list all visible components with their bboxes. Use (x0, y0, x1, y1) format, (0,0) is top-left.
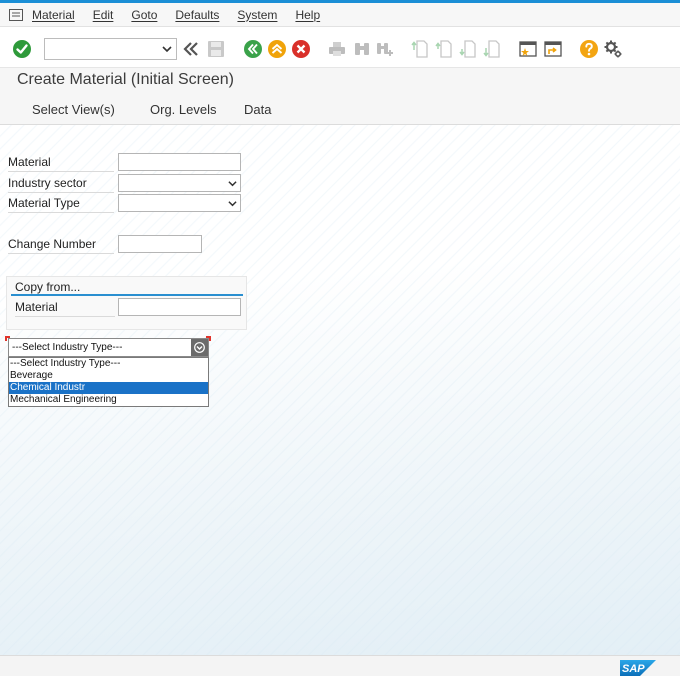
dropdown-toggle-button[interactable] (191, 339, 208, 356)
material-type-select[interactable] (118, 194, 241, 212)
menu-system[interactable]: System (237, 8, 277, 22)
select-views-button[interactable]: Select View(s) (32, 102, 115, 117)
industry-option-beverage[interactable]: Beverage (9, 370, 208, 382)
back-icon[interactable] (243, 39, 263, 59)
menu-goto[interactable]: Goto (131, 8, 157, 22)
material-type-label: Material Type (8, 195, 114, 213)
previous-page-icon[interactable] (435, 39, 455, 59)
application-toolbar: Select View(s) Org. Levels Data (0, 94, 680, 125)
status-bar: SAP (0, 655, 680, 676)
org-levels-button[interactable]: Org. Levels (150, 102, 216, 117)
shortcut-icon[interactable] (543, 39, 563, 59)
create-session-icon[interactable] (518, 39, 538, 59)
menu-defaults[interactable]: Defaults (175, 8, 219, 22)
industry-option-mechanical[interactable]: Mechanical Engineering (9, 394, 208, 406)
next-page-icon[interactable] (459, 39, 479, 59)
cancel-icon[interactable] (291, 39, 311, 59)
sap-logo: SAP (620, 660, 656, 676)
print-icon[interactable] (327, 39, 347, 59)
chevron-down-icon[interactable] (191, 339, 208, 356)
industry-type-select[interactable]: ---Select Industry Type--- (8, 338, 209, 357)
copy-from-title: Copy from... (15, 280, 81, 294)
change-number-label: Change Number (8, 236, 114, 254)
industry-type-options-list: ---Select Industry Type--- Beverage Chem… (8, 357, 209, 407)
menu-material[interactable]: Material (32, 8, 75, 22)
menu-help[interactable]: Help (295, 8, 320, 22)
chevron-down-icon[interactable] (162, 44, 172, 54)
page-title: Create Material (Initial Screen) (17, 71, 234, 88)
data-button[interactable]: Data (244, 102, 271, 117)
standard-toolbar (0, 28, 680, 68)
industry-option-chemical[interactable]: Chemical Industr (9, 382, 208, 394)
first-page-icon[interactable] (411, 39, 431, 59)
material-input[interactable] (118, 153, 241, 171)
copy-from-divider (11, 294, 243, 296)
save-icon[interactable] (206, 39, 226, 59)
svg-text:SAP: SAP (622, 663, 645, 675)
find-next-icon[interactable] (375, 39, 395, 59)
chevron-down-icon[interactable] (228, 179, 237, 188)
change-number-input[interactable] (118, 235, 202, 253)
industry-sector-select[interactable] (118, 174, 241, 192)
find-icon[interactable] (352, 39, 372, 59)
menu-edit[interactable]: Edit (93, 8, 114, 22)
chevron-down-icon[interactable] (228, 199, 237, 208)
industry-option-placeholder[interactable]: ---Select Industry Type--- (9, 358, 208, 370)
title-bar: Create Material (Initial Screen) (0, 68, 680, 94)
collapse-command-icon[interactable] (181, 39, 201, 59)
menu-bar: Material Edit Goto Defaults System Help (0, 3, 680, 27)
industry-type-dropdown[interactable]: ---Select Industry Type--- (5, 336, 211, 358)
menu-icon[interactable] (9, 8, 23, 21)
last-page-icon[interactable] (483, 39, 503, 59)
exit-icon[interactable] (267, 39, 287, 59)
copy-material-label: Material (15, 299, 115, 317)
material-label: Material (8, 154, 114, 172)
copy-from-group: Copy from... Material (6, 276, 247, 330)
industry-type-selected-value: ---Select Industry Type--- (12, 342, 123, 353)
help-icon[interactable] (579, 39, 599, 59)
copy-material-input[interactable] (118, 298, 241, 316)
command-field[interactable] (44, 38, 177, 60)
customize-layout-icon[interactable] (603, 39, 623, 59)
enter-check-icon[interactable] (12, 39, 32, 59)
industry-sector-label: Industry sector (8, 175, 114, 193)
